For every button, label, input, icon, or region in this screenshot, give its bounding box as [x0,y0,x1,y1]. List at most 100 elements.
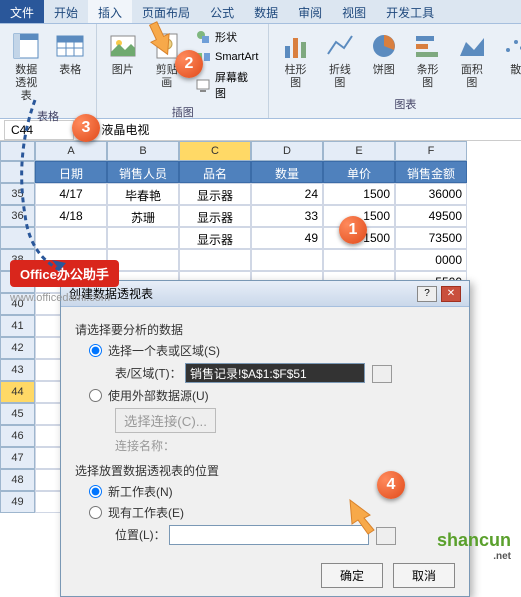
cell[interactable]: 显示器 [179,205,251,227]
shapes-button[interactable]: 形状 [191,28,262,46]
cell[interactable]: 4/18 [35,205,107,227]
cell[interactable]: 49500 [395,205,467,227]
table-button[interactable]: 表格 [51,28,91,106]
hdr-qty: 数量 [251,161,323,183]
dialog-close-button[interactable]: ✕ [441,286,461,302]
cell[interactable]: 24 [251,183,323,205]
row-header[interactable]: 42 [0,337,35,359]
row-header[interactable]: 36 [0,205,35,227]
row-header[interactable]: 41 [0,315,35,337]
screenshot-icon [195,77,211,93]
ribbon-tabs: 文件 开始 插入 页面布局 公式 数据 审阅 视图 开发工具 [0,0,521,24]
pivot-icon [10,30,42,62]
row-header[interactable]: 44 [0,381,35,403]
radio-select-table[interactable]: 选择一个表或区域(S) [89,342,455,359]
bar-chart-icon [412,30,444,62]
tab-file[interactable]: 文件 [0,0,44,23]
group-charts: 柱形图 折线图 饼图 条形图 面积图 散 图表 [269,24,521,118]
range-picker-button[interactable] [372,365,392,383]
col-f[interactable]: F [395,141,467,161]
cell[interactable]: 73500 [395,227,467,249]
tab-dev[interactable]: 开发工具 [376,0,444,23]
col-a[interactable]: A [35,141,107,161]
tab-review[interactable]: 审阅 [288,0,332,23]
cell[interactable] [251,249,323,271]
group-charts-label: 图表 [275,94,521,114]
picture-button[interactable]: 图片 [103,28,143,102]
col-c[interactable]: C [179,141,251,161]
picture-icon [107,30,139,62]
screenshot-button[interactable]: 屏幕截图 [191,68,262,102]
cell[interactable]: 49 [251,227,323,249]
callout-3: 3 [72,114,100,142]
bar-chart-button[interactable]: 条形图 [407,28,447,94]
pivot-table-button[interactable]: 数据 透视表 [6,28,47,106]
radio-external[interactable]: 使用外部数据源(U) [89,387,455,404]
pie-chart-button[interactable]: 饼图 [364,28,403,94]
col-e[interactable]: E [323,141,395,161]
scatter-chart-button[interactable]: 散 [496,28,521,94]
cell[interactable] [179,249,251,271]
pivot-dialog: 创建数据透视表 ? ✕ 请选择要分析的数据 选择一个表或区域(S) 表/区域(T… [60,280,470,597]
row-header[interactable]: 48 [0,469,35,491]
hdr-date: 日期 [35,161,107,183]
location-label: 位置(L)： [115,528,166,542]
radio-existing-sheet[interactable]: 现有工作表(E) [89,504,455,521]
range-input[interactable] [185,363,365,383]
cell[interactable]: 33 [251,205,323,227]
shapes-icon [195,29,211,45]
group-illust-label: 插图 [103,102,262,122]
col-b[interactable]: B [107,141,179,161]
area-chart-button[interactable]: 面积图 [452,28,492,94]
cell[interactable]: 毕春艳 [107,183,179,205]
select-all-corner[interactable] [0,141,35,161]
col-d[interactable]: D [251,141,323,161]
scatter-chart-icon [500,30,521,62]
tab-insert[interactable]: 插入 [88,0,132,23]
cell[interactable]: 36000 [395,183,467,205]
row-header[interactable]: 46 [0,425,35,447]
tab-view[interactable]: 视图 [332,0,376,23]
hdr-price: 单价 [323,161,395,183]
cell[interactable]: 显示器 [179,183,251,205]
ribbon: 数据 透视表 表格 表格 图片 剪贴画 形状 SmartArt [0,24,521,119]
line-chart-button[interactable]: 折线图 [320,28,360,94]
connection-name: 连接名称： [115,437,455,454]
watermark-tag: Office办公助手 [10,260,119,287]
table-label: 表格 [59,64,81,77]
tab-start[interactable]: 开始 [44,0,88,23]
formula-input[interactable] [95,121,521,139]
row-hdr[interactable] [0,161,35,183]
row-header[interactable]: 47 [0,447,35,469]
cell[interactable]: 0000 [395,249,467,271]
row-header[interactable]: 45 [0,403,35,425]
ok-button[interactable]: 确定 [321,563,383,588]
row-header[interactable]: 43 [0,359,35,381]
cell[interactable]: 1500 [323,183,395,205]
row-header[interactable]: 49 [0,491,35,513]
logo-watermark: shancun.net [437,530,511,562]
section-1: 请选择要分析的数据 [75,321,455,338]
tab-data[interactable]: 数据 [244,0,288,23]
cell[interactable]: 苏珊 [107,205,179,227]
choose-connection-button: 选择连接(C)... [115,408,216,433]
row-header[interactable]: 35 [0,183,35,205]
tab-formula[interactable]: 公式 [200,0,244,23]
group-tables: 数据 透视表 表格 表格 [0,24,97,118]
dialog-help-button[interactable]: ? [417,286,437,302]
cell[interactable]: 4/17 [35,183,107,205]
watermark-url: www.officedami.com [10,292,110,304]
cancel-button[interactable]: 取消 [393,563,455,588]
hdr-amount: 销售金额 [395,161,467,183]
cell[interactable]: 显示器 [179,227,251,249]
cell[interactable] [107,227,179,249]
cell[interactable] [35,227,107,249]
area-chart-icon [456,30,488,62]
row-header[interactable] [0,227,35,249]
line-chart-icon [324,30,356,62]
callout-2: 2 [175,50,203,78]
callout-1: 1 [339,216,367,244]
cell[interactable] [323,249,395,271]
column-chart-button[interactable]: 柱形图 [275,28,315,94]
callout-4: 4 [377,471,405,499]
